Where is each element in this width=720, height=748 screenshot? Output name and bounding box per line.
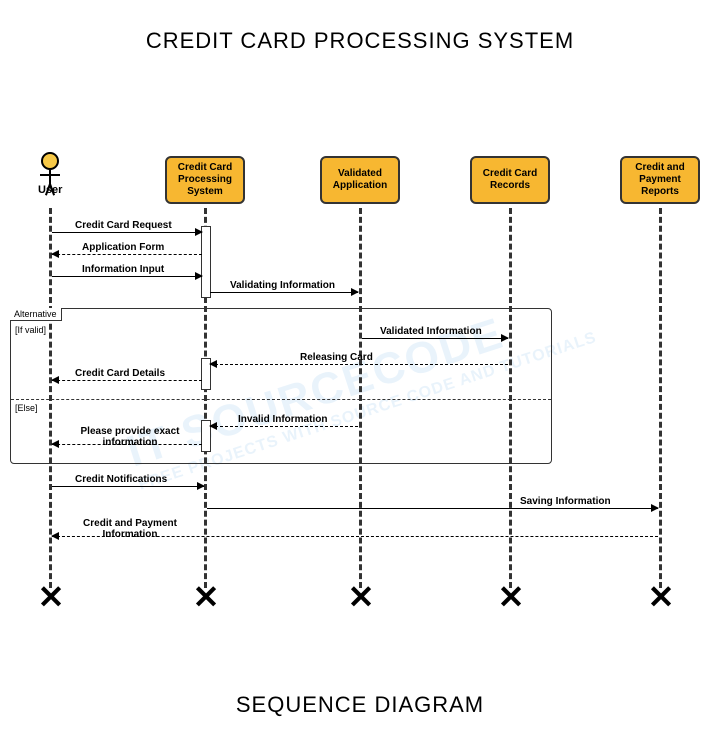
lifeline-box-records: Credit Card Records <box>470 156 550 204</box>
lifeline-box-reports: Credit and Payment Reports <box>620 156 700 204</box>
msg-please-provide: Please provide exact information <box>65 426 195 448</box>
msg-credit-payment-info: Credit and Payment Information <box>75 518 185 540</box>
destroy-system: ✕ <box>193 578 220 616</box>
arrow-m2 <box>52 254 202 255</box>
msg-validating-information: Validating Information <box>230 280 335 291</box>
destroy-records: ✕ <box>498 578 525 616</box>
arrow-m11 <box>207 508 658 509</box>
msg-credit-notifications: Credit Notifications <box>75 474 167 485</box>
msg-releasing-card: Releasing Card <box>300 352 373 363</box>
arrow-m6 <box>210 364 508 365</box>
arrow-m7 <box>52 380 202 381</box>
arrow-m8 <box>210 426 358 427</box>
alt-condition-if: [If valid] <box>15 325 46 335</box>
arrow-m4 <box>210 292 358 293</box>
msg-information-input: Information Input <box>82 264 164 275</box>
footer-title: SEQUENCE DIAGRAM <box>0 692 720 718</box>
lifeline-reports <box>659 208 662 588</box>
arrow-m10 <box>52 486 204 487</box>
arrow-m3 <box>52 276 202 277</box>
destroy-reports: ✕ <box>648 578 675 616</box>
user-icon <box>38 152 62 176</box>
alt-label: Alternative <box>10 308 62 321</box>
arrow-m5 <box>362 338 508 339</box>
msg-credit-card-details: Credit Card Details <box>75 368 165 379</box>
msg-invalid-information: Invalid Information <box>238 414 327 425</box>
page-title: CREDIT CARD PROCESSING SYSTEM <box>0 28 720 54</box>
actor-user: User <box>38 152 62 196</box>
activation-system-1 <box>201 226 211 298</box>
lifeline-box-validated: Validated Application <box>320 156 400 204</box>
sequence-diagram: User Credit Card Processing System Valid… <box>20 148 700 628</box>
msg-saving-information: Saving Information <box>520 496 611 507</box>
destroy-user: ✕ <box>38 578 65 616</box>
alt-condition-else: [Else] <box>15 403 38 413</box>
destroy-validated: ✕ <box>348 578 375 616</box>
msg-application-form: Application Form <box>82 242 164 253</box>
arrow-m1 <box>52 232 202 233</box>
alt-divider <box>11 399 551 400</box>
msg-credit-card-request: Credit Card Request <box>75 220 172 231</box>
lifeline-box-system: Credit Card Processing System <box>165 156 245 204</box>
msg-validated-information: Validated Information <box>380 326 482 337</box>
